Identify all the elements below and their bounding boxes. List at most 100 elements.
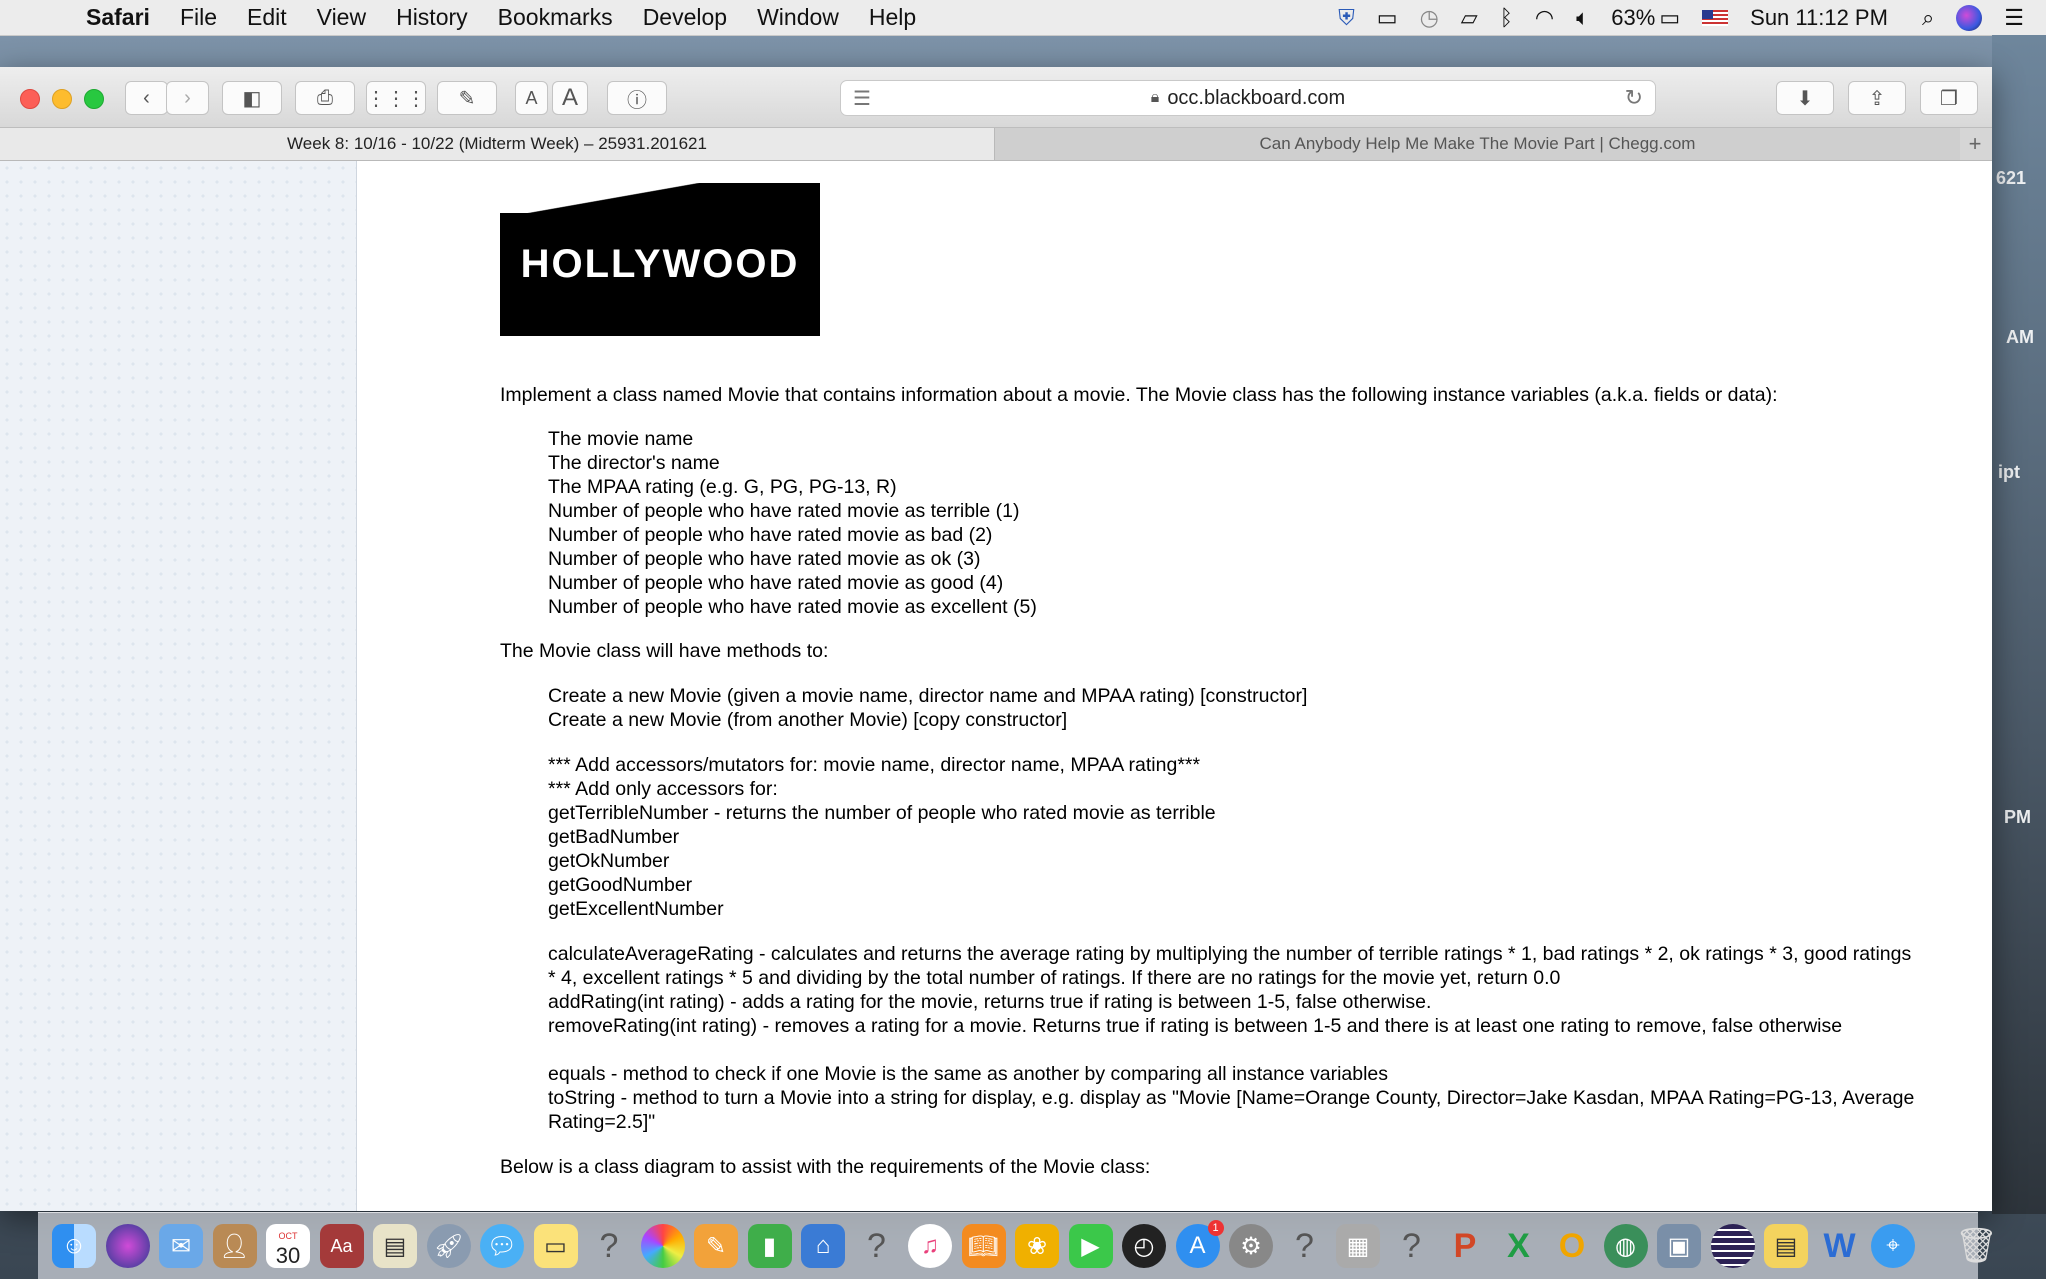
mail-icon[interactable]: ✉ — [159, 1224, 203, 1268]
address-bar[interactable]: ☰ 🔒︎ occ.blackboard.com ↻ — [840, 80, 1656, 116]
sidebar-button[interactable]: ◧ — [222, 81, 282, 115]
clock[interactable]: Sun 11:12 PM — [1750, 5, 1888, 31]
close-window-button[interactable] — [20, 89, 40, 109]
accessor-item: *** Add accessors/mutators for: movie na… — [548, 754, 1201, 776]
outlook-icon[interactable]: O — [1550, 1224, 1594, 1268]
dictionary-icon[interactable]: Aa — [319, 1224, 364, 1268]
downloads-button[interactable]: ⬇ — [1776, 81, 1834, 115]
menu-file[interactable]: File — [180, 4, 217, 31]
unknown-app-icon[interactable]: ? — [1283, 1224, 1327, 1268]
wifi-icon[interactable]: ◠ — [1535, 5, 1554, 31]
browser-toolbar: ‹ › ◧ ⎙ ⋮⋮⋮ ✎ A A ⓘ ☰ 🔒︎ occ.blackboard.… — [0, 67, 1992, 128]
methods-intro: The Movie class will have methods to: — [500, 640, 829, 662]
airplay-icon[interactable]: ▱ — [1461, 5, 1478, 31]
tab-blackboard[interactable]: Week 8: 10/16 - 10/22 (Midterm Week) – 2… — [0, 128, 995, 160]
photos-icon[interactable] — [640, 1224, 685, 1268]
print-button[interactable]: ⎙ — [295, 81, 355, 115]
grid-icon: ⋮⋮⋮ — [366, 87, 426, 110]
eclipse-icon[interactable] — [1710, 1224, 1755, 1268]
time-machine-icon[interactable]: ◷ — [1420, 5, 1439, 31]
constructor-item: Create a new Movie (given a movie name, … — [548, 685, 1308, 707]
safari-dock-icon[interactable]: ⌖ — [1871, 1224, 1915, 1268]
ibooks-icon[interactable]: 📖︎ — [961, 1224, 1006, 1268]
excel-icon[interactable]: X — [1497, 1224, 1541, 1268]
spotlight-search-icon[interactable]: ⌕ — [1922, 5, 1934, 31]
page-content: HOLLYWOOD Implement a class named Movie … — [0, 161, 1992, 1211]
accessor-item: *** Add only accessors for: — [548, 778, 778, 800]
method-description: toString - method to turn a Movie into a… — [548, 1087, 1915, 1133]
forward-button[interactable]: › — [166, 81, 209, 115]
minimize-window-button[interactable] — [52, 89, 72, 109]
system-preferences-icon[interactable]: ⚙ — [1229, 1224, 1273, 1268]
lock-icon: 🔒︎ — [1150, 89, 1160, 106]
unknown-app-icon[interactable]: ? — [587, 1224, 631, 1268]
fl-studio-icon[interactable]: ❀ — [1015, 1224, 1059, 1268]
menu-bookmarks[interactable]: Bookmarks — [498, 4, 613, 31]
network-globe-icon[interactable]: ◍ — [1603, 1224, 1648, 1268]
tab-overview-button[interactable]: ❐ — [1920, 81, 1978, 115]
keynote-icon[interactable]: ⌂ — [801, 1224, 845, 1268]
messages-icon[interactable]: 💬︎ — [480, 1224, 524, 1268]
menu-app-name[interactable]: Safari — [86, 4, 150, 31]
finder-icon[interactable]: ☺ — [52, 1224, 96, 1268]
unknown-app-icon[interactable]: ? — [855, 1224, 899, 1268]
input-source-flag-icon[interactable] — [1702, 9, 1729, 26]
siri-icon[interactable] — [1956, 4, 1983, 31]
zoom-window-button[interactable] — [84, 89, 104, 109]
share-icon: ⇪ — [1868, 87, 1886, 110]
battery-percent[interactable]: 63% — [1611, 5, 1655, 31]
markup-button[interactable]: ✎ — [437, 81, 497, 115]
notification-center-icon[interactable]: ☰ — [2004, 5, 2024, 31]
trash-icon[interactable]: 🗑︎ — [1955, 1224, 1999, 1268]
chevron-right-icon: › — [184, 86, 191, 109]
siri-dock-icon[interactable] — [105, 1224, 150, 1268]
reader-view-icon[interactable]: ☰ — [853, 86, 871, 111]
menu-edit[interactable]: Edit — [247, 4, 287, 31]
facetime-icon[interactable]: ▶ — [1068, 1224, 1113, 1268]
powerpoint-icon[interactable]: P — [1443, 1224, 1487, 1268]
field-item: Number of people who have rated movie as… — [548, 596, 1037, 618]
image-capture-icon[interactable]: ▣ — [1657, 1224, 1701, 1268]
text-bigger-button[interactable]: A — [552, 81, 588, 115]
pages-icon[interactable]: ✎ — [694, 1224, 738, 1268]
notes-icon[interactable]: ▭ — [533, 1224, 578, 1268]
calendar-icon[interactable]: OCT 30 — [266, 1224, 310, 1268]
word-icon[interactable]: W — [1818, 1224, 1862, 1268]
back-button[interactable]: ‹ — [125, 81, 168, 115]
unknown-app-icon[interactable]: ? — [1390, 1224, 1434, 1268]
method-description: addRating(int rating) - adds a rating fo… — [548, 991, 1432, 1013]
background-window-text: AM — [2006, 327, 2034, 347]
menu-window[interactable]: Window — [757, 4, 839, 31]
new-tab-button[interactable]: + — [1960, 128, 1990, 160]
dashboard-icon[interactable]: ◴ — [1122, 1224, 1166, 1268]
share-button[interactable]: ⇪ — [1848, 81, 1906, 115]
volume-icon[interactable]: 🔈︎ — [1576, 5, 1589, 31]
menu-history[interactable]: History — [396, 4, 468, 31]
display-icon[interactable]: ▭ — [1377, 5, 1398, 31]
accessor-item: getGoodNumber — [548, 874, 693, 896]
tab-chegg[interactable]: Can Anybody Help Me Make The Movie Part … — [995, 128, 1960, 160]
launchpad-icon[interactable]: 🚀︎ — [426, 1224, 471, 1268]
text-smaller-button[interactable]: A — [515, 81, 548, 115]
field-item: The movie name — [548, 428, 694, 450]
bluetooth-icon[interactable]: ᛒ — [1500, 5, 1513, 31]
dock: ☺ ✉ 👤︎ OCT 30 Aa ▤ 🚀︎ 💬︎ ▭ ? ✎ ▮ ⌂ ? ♫ 📖… — [38, 1212, 1998, 1279]
top-sites-button[interactable]: ⋮⋮⋮ — [366, 81, 426, 115]
shield-icon[interactable]: ⛨ — [1338, 5, 1355, 31]
background-window-text: PM — [2004, 807, 2031, 827]
reload-icon[interactable]: ↻ — [1625, 85, 1643, 111]
numbers-icon[interactable]: ▮ — [747, 1224, 792, 1268]
archive-utility-icon[interactable]: ▦ — [1336, 1224, 1380, 1268]
preview-icon[interactable]: ▤ — [373, 1224, 417, 1268]
contacts-icon[interactable]: 👤︎ — [212, 1224, 257, 1268]
accessor-item: getExcellentNumber — [548, 898, 724, 920]
menu-develop[interactable]: Develop — [643, 4, 727, 31]
menu-help[interactable]: Help — [869, 4, 916, 31]
battery-icon[interactable]: ▭ — [1659, 5, 1680, 31]
stickies-icon[interactable]: ▤ — [1764, 1224, 1808, 1268]
itunes-icon[interactable]: ♫ — [908, 1224, 952, 1268]
download-icon: ⬇ — [1796, 87, 1814, 110]
menu-view[interactable]: View — [317, 4, 366, 31]
app-store-icon[interactable]: A1 — [1175, 1220, 1224, 1268]
info-button[interactable]: ⓘ — [607, 81, 667, 115]
